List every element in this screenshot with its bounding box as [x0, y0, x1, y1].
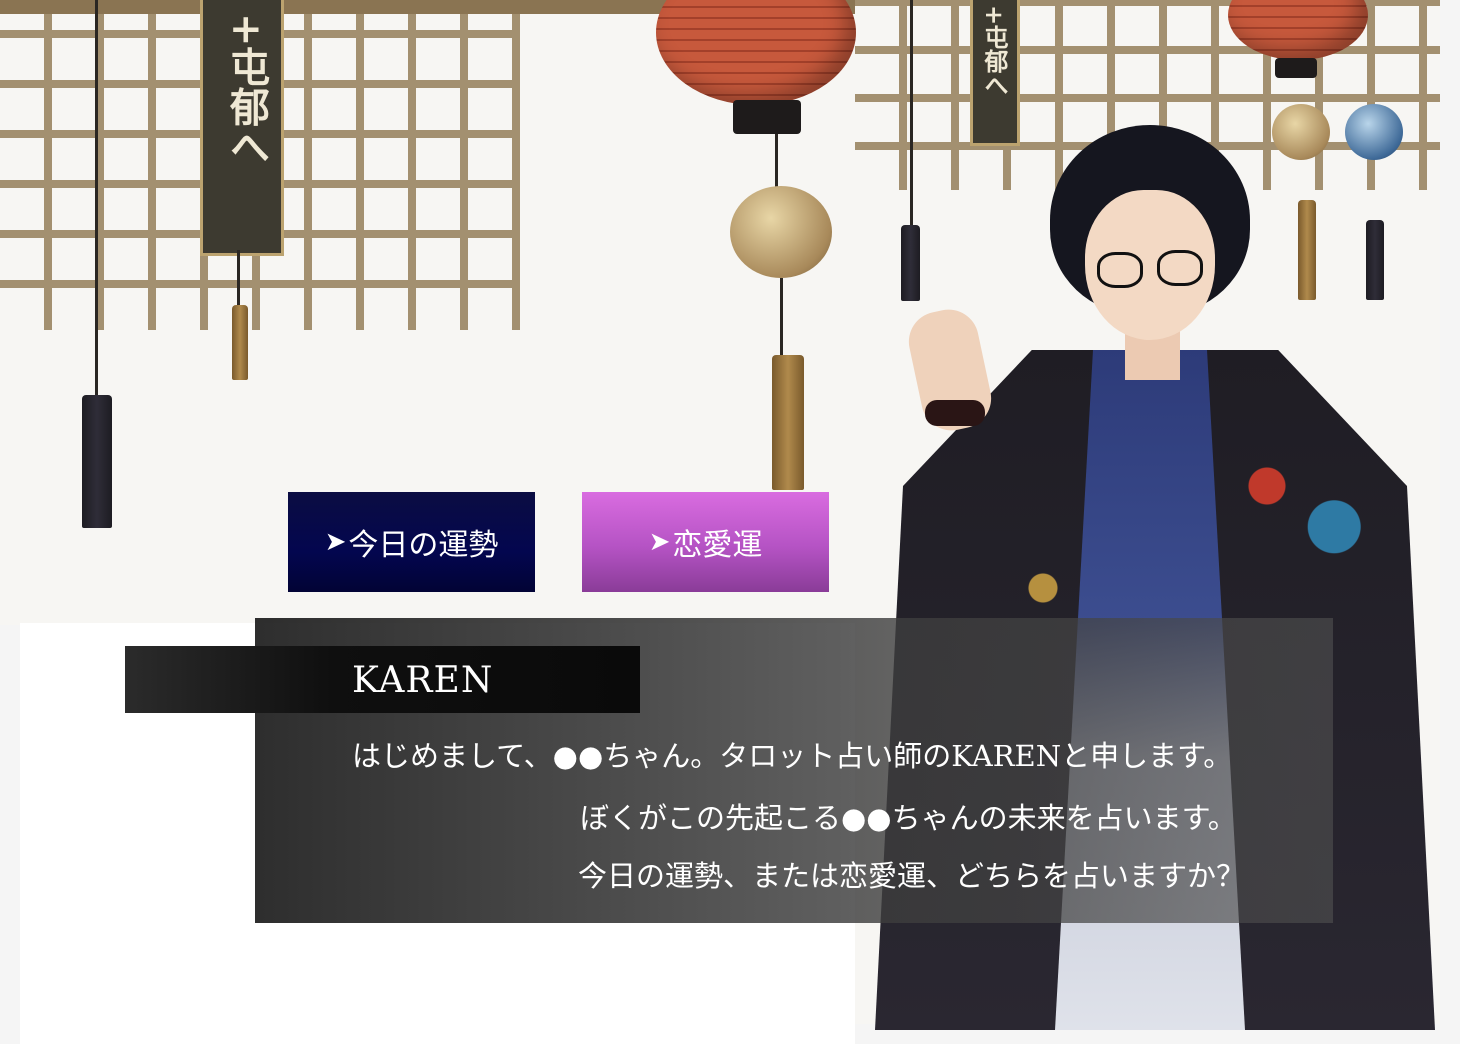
cord [237, 250, 240, 310]
tassel [772, 355, 804, 490]
sign-text-left: +屯郁へ [223, 13, 270, 167]
arrow-icon: ➤ [324, 527, 347, 557]
cord [775, 134, 778, 194]
choice-today-fortune-button[interactable]: ➤ 今日の運勢 [288, 492, 535, 592]
hanging-sign-left: +屯郁へ [200, 0, 284, 256]
sign-text-right: +屯郁へ [980, 5, 1009, 98]
dialog-line: はじめまして、●●ちゃん。タロット占い師のKARENと申します。 [352, 739, 1233, 773]
cord [780, 278, 783, 358]
face [1085, 190, 1215, 340]
tassel [232, 305, 248, 380]
dialog-line: 今日の運勢、または恋愛運、どちらを占いますか？ [578, 859, 1246, 893]
lantern-cap [733, 100, 801, 134]
cord [95, 0, 98, 400]
speaker-name: KAREN [352, 660, 494, 701]
choice-label: 今日の運勢 [348, 528, 499, 563]
lantern-cap [1275, 58, 1317, 78]
glasses-lens [1157, 250, 1203, 286]
arrow-icon: ➤ [648, 527, 671, 557]
bracelet [925, 400, 985, 426]
glasses-lens [1097, 252, 1143, 288]
ornament-ball [730, 186, 832, 278]
choice-love-fortune-button[interactable]: ➤ 恋愛運 [582, 492, 829, 592]
tassel [82, 395, 112, 528]
choice-label: 恋愛運 [672, 528, 763, 563]
dialog-line: ぼくがこの先起こる●●ちゃんの未来を占います。 [580, 801, 1237, 835]
